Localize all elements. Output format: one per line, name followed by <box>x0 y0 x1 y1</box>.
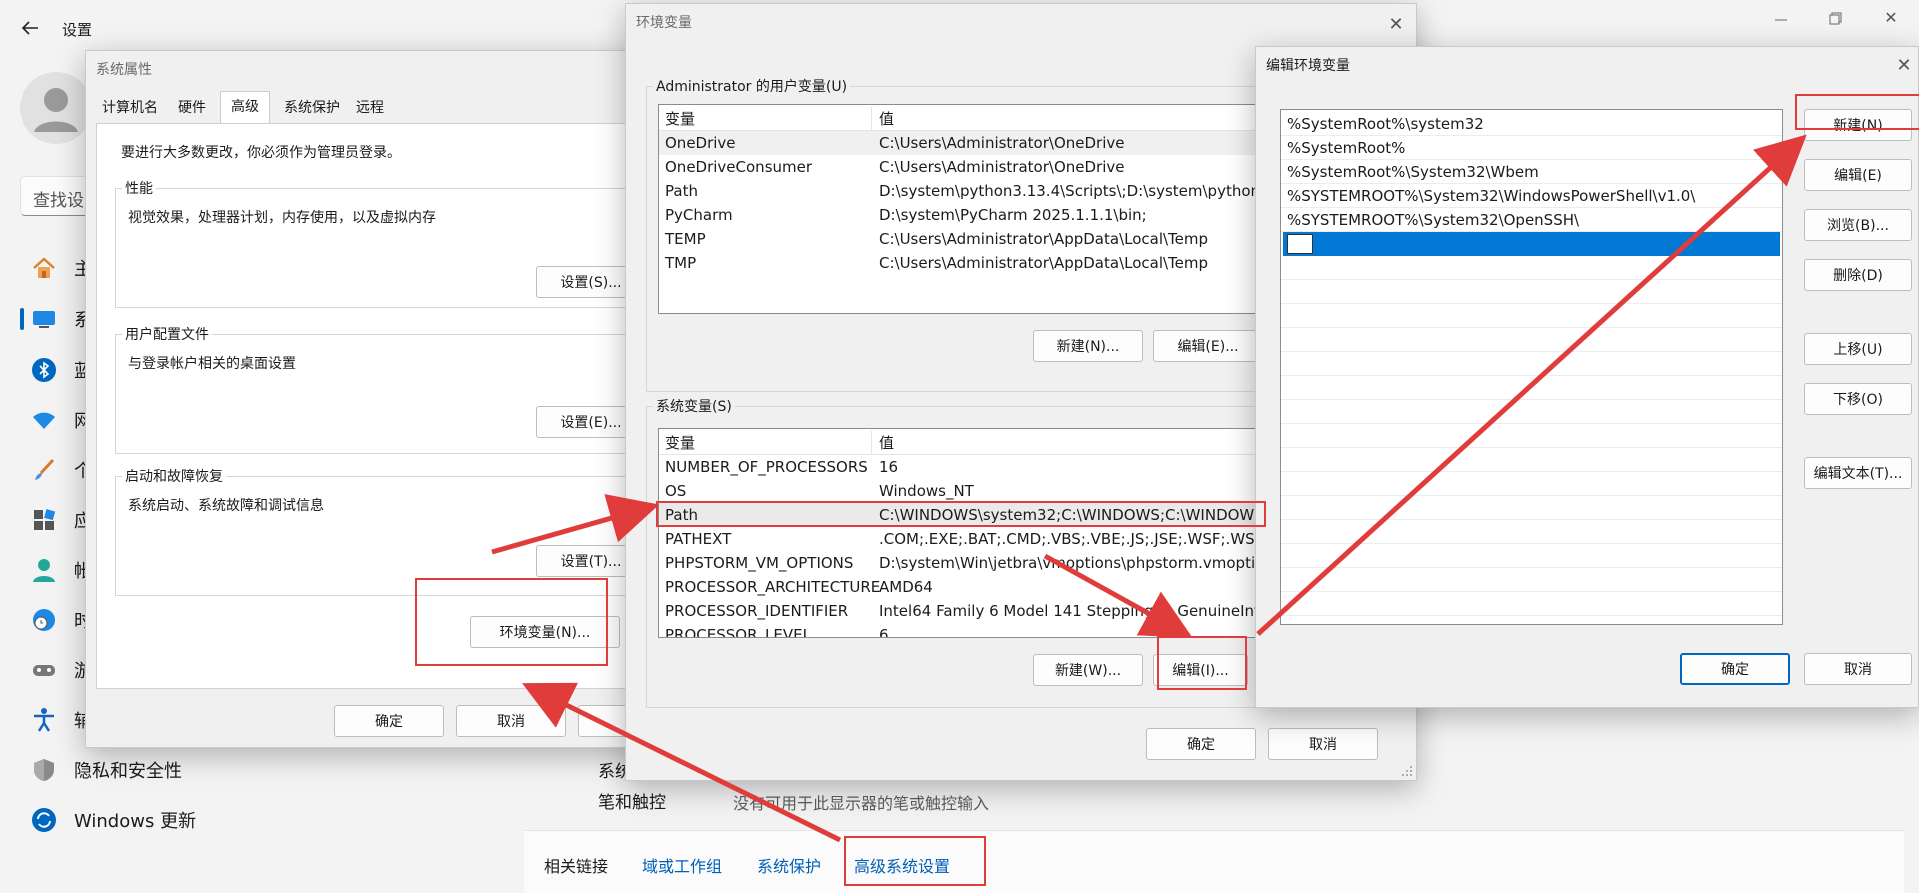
arrow-to-new-button <box>1256 134 1807 636</box>
arrow-to-edit-button <box>1043 553 1193 638</box>
arrow-to-env-vars <box>522 682 842 843</box>
arrow-to-path-row <box>491 494 660 555</box>
annotation-arrows <box>491 134 1807 843</box>
